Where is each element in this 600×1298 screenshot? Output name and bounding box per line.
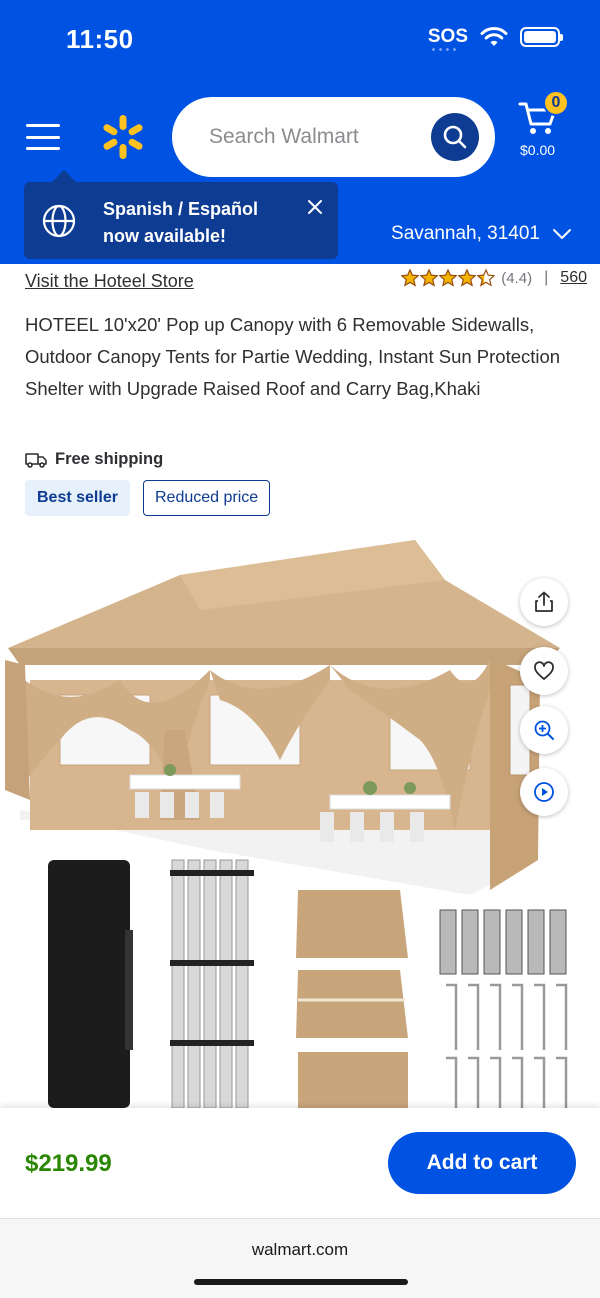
zoom-in-icon: [534, 720, 554, 740]
reduced-price-badge: Reduced price: [143, 480, 271, 516]
play-icon: [534, 782, 554, 802]
separator: |: [544, 269, 549, 286]
canopy-illustration: [5, 540, 568, 1108]
rating-value: (4.4): [501, 269, 533, 287]
star-icon: [477, 269, 496, 287]
star-icon: [420, 269, 439, 287]
location-selector[interactable]: Savannah, 31401: [391, 223, 572, 245]
cart-count-badge: 0: [543, 90, 569, 116]
review-count-link[interactable]: 560: [560, 269, 587, 287]
best-seller-badge: Best seller: [25, 480, 130, 516]
price: $219.99: [25, 1150, 112, 1177]
product-image[interactable]: [0, 530, 600, 1108]
battery-icon: [520, 27, 563, 47]
search-button[interactable]: [431, 113, 479, 161]
shipping-info: Free shipping: [25, 450, 163, 469]
purchase-bar: $219.99 Add to cart: [0, 1108, 600, 1218]
add-to-cart-button[interactable]: Add to cart: [388, 1132, 576, 1194]
share-icon: [535, 591, 553, 612]
search-icon: [443, 125, 467, 149]
video-button[interactable]: [520, 768, 568, 816]
visit-store-link[interactable]: Visit the Hoteel Store: [25, 271, 194, 292]
home-indicator[interactable]: [194, 1279, 408, 1285]
heart-icon: [534, 661, 554, 680]
walmart-spark-icon[interactable]: [100, 114, 146, 160]
favorite-button[interactable]: [520, 647, 568, 695]
wifi-icon: [480, 27, 508, 46]
language-toast: Spanish / Español now available!: [24, 170, 338, 259]
star-rating: [401, 269, 496, 287]
truck-icon: [25, 452, 47, 468]
share-button[interactable]: [520, 578, 568, 626]
url-bar[interactable]: walmart.com: [0, 1240, 600, 1260]
sos-indicator: SOS: [427, 26, 468, 51]
sos-label: SOS: [427, 26, 468, 47]
search-input[interactable]: Search Walmart: [172, 97, 495, 177]
signal-dots: [429, 48, 458, 51]
chevron-down-icon: [553, 229, 571, 239]
star-icon: [401, 269, 420, 287]
close-icon[interactable]: [306, 198, 324, 216]
cart-total: $0.00: [520, 142, 556, 158]
location-label: Savannah, 31401: [391, 223, 540, 244]
toast-line-2: now available!: [103, 226, 227, 246]
product-title: HOTEEL 10'x20' Pop up Canopy with 6 Remo…: [25, 314, 561, 399]
shipping-label: Free shipping: [55, 450, 164, 468]
toast-line-1: Spanish / Español: [103, 199, 259, 219]
search-placeholder: Search Walmart: [209, 125, 359, 148]
menu-button[interactable]: [26, 124, 60, 150]
header: 11:50 SOS Search Walmart 0 $0.00 Spanish…: [0, 0, 600, 264]
browser-bar: walmart.com: [0, 1218, 600, 1298]
status-time: 11:50: [66, 24, 134, 54]
hamburger-icon: [26, 124, 60, 127]
cart-button[interactable]: 0 $0.00: [513, 90, 573, 160]
status-icons: SOS: [427, 26, 563, 51]
rating-summary[interactable]: (4.4) | 560: [401, 269, 587, 287]
zoom-button[interactable]: [520, 706, 568, 754]
globe-icon: [42, 204, 76, 238]
star-icon: [458, 269, 477, 287]
toast-message: Spanish / Español now available!: [103, 196, 283, 250]
star-icon: [439, 269, 458, 287]
